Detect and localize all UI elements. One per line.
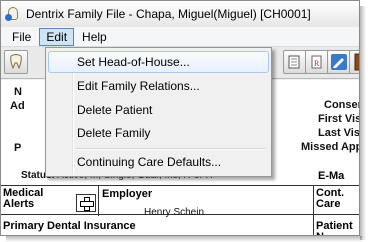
menu-bar: File Edit Help bbox=[1, 27, 359, 47]
address-label: Ad bbox=[10, 100, 25, 112]
consent-label: Conser bbox=[324, 99, 360, 111]
title-bar: Dentrix Family File - Chapa, Miguel(Migu… bbox=[1, 1, 359, 27]
patient-notes-label[interactable]: Patient N bbox=[316, 221, 359, 236]
menu-separator bbox=[76, 148, 266, 150]
insurance-row: Primary Dental Insurance Patient N bbox=[1, 215, 359, 236]
email-label: E-Ma bbox=[318, 170, 345, 182]
medical-cross-icon bbox=[80, 197, 94, 211]
name-label: N bbox=[14, 86, 22, 98]
employer-label: Employer bbox=[102, 188, 153, 200]
medical-alerts-label: Medical Alerts bbox=[3, 187, 44, 210]
menu-file[interactable]: File bbox=[5, 28, 38, 46]
window-shadow-bottom bbox=[6, 236, 362, 242]
exit-door-icon[interactable] bbox=[349, 50, 359, 74]
svg-text:R: R bbox=[314, 59, 320, 68]
prescription-icon[interactable]: R bbox=[305, 50, 329, 74]
cont-care-label: Cont. Care bbox=[316, 187, 345, 210]
medical-employer-row: Medical Alerts Employer Henry Schein Con… bbox=[1, 185, 359, 218]
menu-delete-family[interactable]: Delete Family bbox=[48, 122, 269, 144]
tooth-icon[interactable] bbox=[4, 50, 28, 74]
menu-help[interactable]: Help bbox=[75, 28, 114, 46]
window-title: Dentrix Family File - Chapa, Miguel(Migu… bbox=[26, 7, 311, 21]
edit-pen-icon[interactable] bbox=[327, 50, 351, 74]
patient-chart-icon[interactable] bbox=[283, 50, 307, 74]
missed-appt-label: Missed App bbox=[301, 141, 360, 153]
family-file-window: Dentrix Family File - Chapa, Miguel(Migu… bbox=[0, 0, 360, 236]
phone-label: P bbox=[14, 142, 22, 154]
last-visit-label: Last Visi bbox=[318, 127, 360, 139]
edit-menu-dropdown: Set Head-of-House... Edit Family Relatio… bbox=[45, 47, 272, 177]
medical-alerts-button[interactable] bbox=[76, 194, 96, 212]
first-visit-label: First Visi bbox=[318, 113, 360, 125]
dentrix-app-icon bbox=[5, 6, 21, 22]
window-shadow-right bbox=[360, 6, 366, 240]
menu-continuing-care-defaults[interactable]: Continuing Care Defaults... bbox=[48, 151, 269, 173]
menu-edit[interactable]: Edit bbox=[39, 27, 75, 46]
menu-set-head-of-house[interactable]: Set Head-of-House... bbox=[48, 51, 269, 73]
menu-edit-family-relations[interactable]: Edit Family Relations... bbox=[48, 75, 269, 97]
primary-dental-insurance-label[interactable]: Primary Dental Insurance bbox=[3, 221, 136, 232]
menu-delete-patient[interactable]: Delete Patient bbox=[48, 99, 269, 121]
